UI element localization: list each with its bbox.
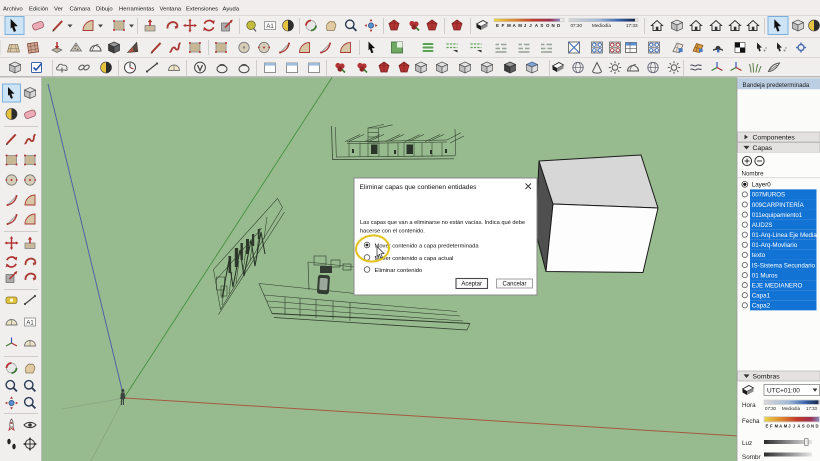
svg-text:D: D bbox=[557, 23, 560, 28]
svg-text:hacerse con el contenido.: hacerse con el contenido. bbox=[360, 229, 425, 235]
svg-text:Layer0: Layer0 bbox=[752, 182, 771, 189]
svg-text:Luz: Luz bbox=[742, 440, 752, 447]
svg-text:Bandeja predeterminada: Bandeja predeterminada bbox=[743, 82, 810, 89]
svg-text:M: M bbox=[507, 23, 511, 28]
svg-text:M: M bbox=[775, 424, 779, 429]
svg-text:Nombre: Nombre bbox=[742, 171, 765, 178]
svg-text:007MUROS: 007MUROS bbox=[752, 192, 785, 199]
svg-text:Cancelar: Cancelar bbox=[502, 281, 526, 287]
svg-text:07:30: 07:30 bbox=[571, 23, 583, 28]
svg-text:Ver: Ver bbox=[54, 7, 63, 13]
svg-text:Extensiones: Extensiones bbox=[186, 7, 218, 13]
svg-text:Mover contenido a capa actual: Mover contenido a capa actual bbox=[375, 256, 454, 262]
svg-text:Aceptar: Aceptar bbox=[461, 282, 482, 288]
svg-text:S: S bbox=[540, 23, 543, 28]
svg-text:IS-Sistema Secundario: IS-Sistema Secundario bbox=[752, 262, 816, 269]
svg-text:Componentes: Componentes bbox=[753, 135, 796, 142]
svg-text:Edición: Edición bbox=[29, 7, 48, 13]
svg-text:O: O bbox=[546, 23, 550, 28]
svg-text:Eliminar contenido: Eliminar contenido bbox=[375, 268, 423, 274]
svg-text:Fecha: Fecha bbox=[742, 418, 760, 425]
svg-text:S: S bbox=[802, 424, 805, 429]
svg-text:EJE MEDIANERO: EJE MEDIANERO bbox=[752, 282, 803, 289]
svg-text:N: N bbox=[552, 23, 555, 28]
svg-text:E: E bbox=[496, 23, 499, 28]
svg-text:A: A bbox=[797, 424, 800, 429]
svg-text:E: E bbox=[766, 424, 769, 429]
svg-text:D: D bbox=[816, 424, 819, 429]
svg-text:Hora: Hora bbox=[742, 402, 756, 409]
svg-text:Mediodía: Mediodía bbox=[782, 406, 801, 411]
svg-text:A: A bbox=[779, 424, 782, 429]
svg-text:17:33: 17:33 bbox=[806, 406, 818, 411]
svg-text:M: M bbox=[784, 424, 788, 429]
svg-text:Mediodía: Mediodía bbox=[592, 23, 611, 28]
svg-text:Las capas que van a eliminarse: Las capas que van a eliminarse no están … bbox=[360, 220, 525, 226]
svg-text:17:33: 17:33 bbox=[626, 23, 638, 28]
svg-text:01-Arq-Movliario: 01-Arq-Movliario bbox=[752, 242, 798, 249]
svg-text:Ventana: Ventana bbox=[160, 7, 182, 13]
svg-text:011equipamiento1: 011equipamiento1 bbox=[752, 212, 803, 219]
svg-text:009CARPINTERÍA: 009CARPINTERÍA bbox=[752, 202, 805, 209]
svg-text:Sombras: Sombras bbox=[753, 374, 781, 381]
svg-text:Capa1: Capa1 bbox=[752, 293, 771, 300]
svg-text:01 Muros: 01 Muros bbox=[752, 272, 778, 279]
svg-text:07:30: 07:30 bbox=[765, 406, 777, 411]
svg-text:M: M bbox=[518, 23, 522, 28]
svg-text:N: N bbox=[811, 424, 814, 429]
svg-text:Mover contenido a capa predete: Mover contenido a capa predeterminada bbox=[375, 243, 480, 249]
svg-text:Archivo: Archivo bbox=[3, 7, 23, 13]
svg-text:Capa2: Capa2 bbox=[752, 303, 771, 310]
svg-text:Eliminar capas que contienen e: Eliminar capas que contienen entidades bbox=[360, 184, 478, 191]
svg-text:UTC+01:00: UTC+01:00 bbox=[767, 388, 800, 395]
svg-text:Cámara: Cámara bbox=[70, 7, 92, 13]
svg-text:F: F bbox=[502, 23, 505, 28]
svg-text:F: F bbox=[770, 424, 773, 429]
svg-text:AUD2S: AUD2S bbox=[752, 222, 773, 229]
svg-text:01-Arq-Linea Eje Mediano: 01-Arq-Linea Eje Mediano bbox=[752, 232, 820, 239]
svg-text:Herramientas: Herramientas bbox=[119, 7, 154, 13]
svg-text:Ayuda: Ayuda bbox=[223, 7, 240, 13]
svg-text:Capas: Capas bbox=[753, 145, 773, 152]
svg-text:texto: texto bbox=[752, 252, 766, 259]
svg-text:Sombr: Sombr bbox=[742, 454, 761, 461]
svg-text:Dibujo: Dibujo bbox=[96, 7, 113, 13]
